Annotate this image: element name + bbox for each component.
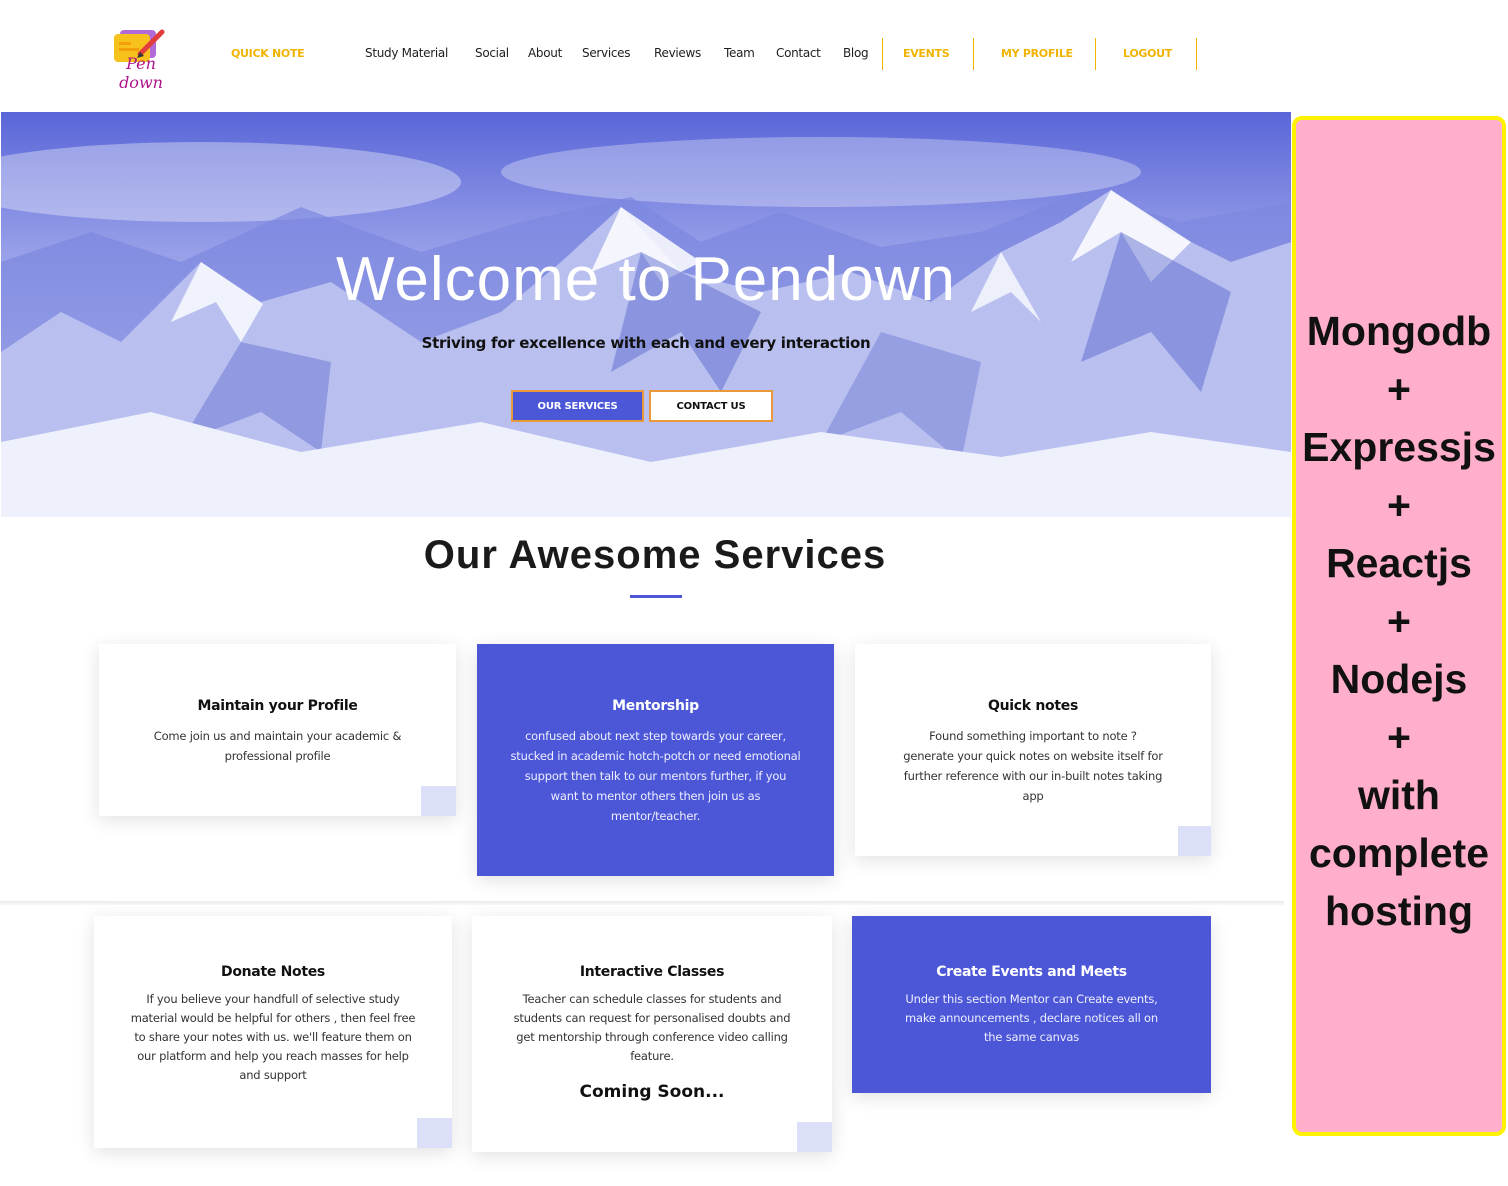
service-card-profile[interactable]: Maintain your Profile Come join us and m… xyxy=(99,644,456,816)
service-card-title: Maintain your Profile xyxy=(197,698,358,714)
service-card-text: Found something important to note ? gene… xyxy=(903,729,1163,803)
our-services-button[interactable]: OUR SERVICES xyxy=(511,390,644,422)
coming-soon-label: Coming Soon... xyxy=(579,1082,725,1102)
nav-divider xyxy=(1196,38,1197,70)
nav-blog[interactable]: Blog xyxy=(843,46,869,60)
nav-quick-note[interactable]: QUICK NOTE xyxy=(231,47,305,60)
banner-line: Nodejs xyxy=(1330,656,1468,702)
banner-line: + xyxy=(1387,598,1411,644)
card-corner-accent xyxy=(421,786,456,816)
hero-banner: Welcome to Pendown Striving for excellen… xyxy=(1,112,1291,517)
card-corner-accent xyxy=(417,1118,452,1148)
tech-stack-banner: Mongodb + Expressjs + Reactjs + Nodejs +… xyxy=(1292,116,1506,1136)
nav-team[interactable]: Team xyxy=(724,46,755,60)
hero-title: Welcome to Pendown xyxy=(336,245,956,314)
banner-line: with xyxy=(1358,772,1440,818)
service-card-quick-notes[interactable]: Quick notes Found something important to… xyxy=(855,644,1211,856)
brand-logo[interactable]: Pen down xyxy=(104,24,178,92)
contact-us-button[interactable]: CONTACT US xyxy=(649,390,773,422)
service-card-title: Donate Notes xyxy=(221,964,325,980)
service-card-title: Create Events and Meets xyxy=(936,964,1127,980)
card-corner-accent xyxy=(797,1122,832,1152)
banner-line: + xyxy=(1387,482,1411,528)
section-divider xyxy=(0,901,1284,905)
service-card-text: confused about next step towards your ca… xyxy=(510,729,801,823)
nav-logout[interactable]: LOGOUT xyxy=(1123,47,1172,60)
banner-line: Expressjs xyxy=(1302,424,1496,470)
nav-reviews[interactable]: Reviews xyxy=(654,46,701,60)
nav-contact[interactable]: Contact xyxy=(776,46,821,60)
nav-about[interactable]: About xyxy=(528,46,562,60)
nav-divider xyxy=(1095,38,1096,70)
banner-line: complete xyxy=(1309,830,1489,876)
nav-events[interactable]: EVENTS xyxy=(903,47,950,60)
service-card-title: Mentorship xyxy=(612,698,699,714)
nav-study-material[interactable]: Study Material xyxy=(365,46,448,60)
service-card-events[interactable]: Create Events and Meets Under this secti… xyxy=(852,916,1211,1093)
nav-social[interactable]: Social xyxy=(475,46,509,60)
service-card-text: Teacher can schedule classes for student… xyxy=(513,992,791,1063)
service-card-interactive-classes[interactable]: Interactive Classes Teacher can schedule… xyxy=(472,916,832,1152)
nav-divider xyxy=(973,38,974,70)
service-card-title: Quick notes xyxy=(988,698,1078,714)
service-card-text: Under this section Mentor can Create eve… xyxy=(905,992,1158,1044)
nav-divider xyxy=(882,38,883,70)
nav-my-profile[interactable]: MY PROFILE xyxy=(1001,47,1073,60)
services-heading: Our Awesome Services xyxy=(423,533,887,577)
service-card-title: Interactive Classes xyxy=(579,964,725,980)
heading-underline xyxy=(630,595,682,598)
hero-subtitle: Striving for excellence with each and ev… xyxy=(421,334,871,352)
card-corner-accent xyxy=(1178,826,1211,856)
service-card-text: Come join us and maintain your academic … xyxy=(153,729,402,763)
banner-line: hosting xyxy=(1324,888,1474,934)
nav-services[interactable]: Services xyxy=(582,46,631,60)
banner-line: + xyxy=(1387,366,1411,412)
logo-text: Pen down xyxy=(119,54,163,92)
service-card-mentorship[interactable]: Mentorship confused about next step towa… xyxy=(477,644,834,876)
service-card-text: If you believe your handfull of selectiv… xyxy=(130,992,416,1082)
service-card-donate-notes[interactable]: Donate Notes If you believe your handful… xyxy=(94,916,452,1148)
banner-line: Mongodb xyxy=(1306,308,1492,354)
banner-line: + xyxy=(1387,714,1411,760)
banner-line: Reactjs xyxy=(1326,540,1472,586)
